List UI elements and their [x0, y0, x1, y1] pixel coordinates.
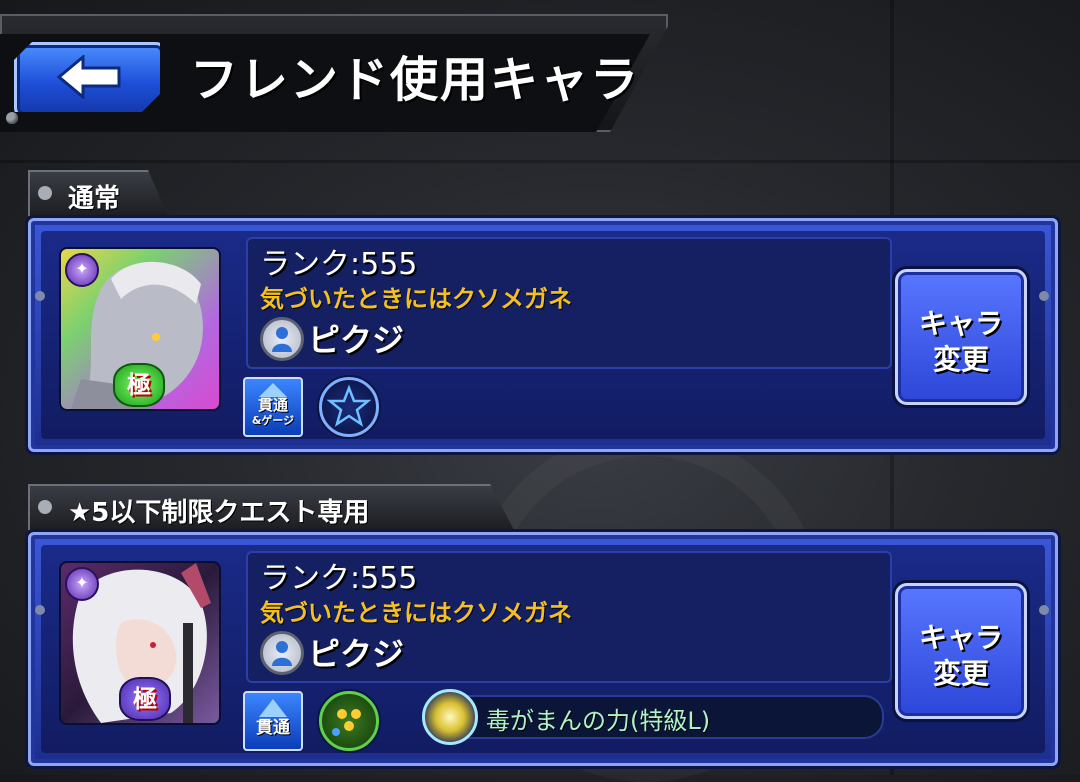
change-button-line1: キャラ [918, 307, 1003, 340]
character-portrait[interactable]: ✦ 極 [59, 561, 221, 725]
pentagram-icon [319, 377, 379, 437]
page-title: フレンド使用キャラ [190, 52, 641, 108]
back-button[interactable] [14, 42, 160, 112]
darkness-element-icon: ✦ [65, 253, 99, 287]
rivet [6, 112, 18, 124]
goku-badge: 極 [119, 677, 171, 721]
username: ピクジ [308, 635, 405, 673]
rivet [38, 500, 52, 514]
goku-badge: 極 [113, 363, 165, 407]
friend-comment: 気づいたときにはクソメガネ [260, 599, 572, 627]
rivet [35, 291, 45, 301]
bg-line [0, 160, 1080, 163]
ability-text: 毒がまんの力(特級L) [486, 707, 711, 735]
friend-card-restricted: ランク:555 気づいたときにはクソメガネ ピクジ ✦ 極 貫通 毒がまんの力(… [28, 532, 1058, 766]
friend-comment: 気づいたときにはクソメガネ [260, 285, 572, 313]
rank-text: ランク:555 [260, 247, 418, 282]
change-character-button[interactable]: キャラ 変更 [895, 269, 1027, 405]
badge-label-line1: 貫通 [257, 396, 288, 414]
rank-text: ランク:555 [260, 561, 418, 596]
pierce-gauge-badge: 貫通 &ゲージ [243, 377, 303, 437]
section-tab-label: ★5以下制限クエスト専用 [68, 498, 370, 528]
rivet [35, 605, 45, 615]
user-icon [260, 317, 304, 361]
section-tab-normal: 通常 [28, 170, 168, 216]
darkness-element-icon: ✦ [65, 567, 99, 601]
info-panel: ランク:555 気づいたときにはクソメガネ ピクジ [246, 237, 892, 369]
back-arrow-icon [57, 55, 121, 99]
rivet [1039, 605, 1049, 615]
green-orb-icon [319, 691, 379, 751]
up-arrow-icon [259, 383, 287, 397]
change-button-line2: 変更 [932, 657, 989, 690]
badge-label-line1: 貫通 [256, 718, 290, 738]
info-panel: ランク:555 気づいたときにはクソメガネ ピクジ [246, 551, 892, 683]
change-button-line1: キャラ [918, 621, 1003, 654]
section-tab-label: 通常 [68, 184, 121, 214]
pierce-badge: 貫通 [243, 691, 303, 751]
change-button-line2: 変更 [932, 343, 989, 376]
poison-resist-icon [422, 689, 478, 745]
up-arrow-icon [259, 699, 287, 717]
user-icon [260, 631, 304, 675]
username: ピクジ [308, 321, 405, 359]
section-tab-restricted: ★5以下制限クエスト専用 [28, 484, 514, 530]
rivet [38, 186, 52, 200]
change-character-button[interactable]: キャラ 変更 [895, 583, 1027, 719]
character-portrait[interactable]: ✦ 極 [59, 247, 221, 411]
rivet [1039, 291, 1049, 301]
badge-label-line2: &ゲージ [251, 414, 295, 427]
friend-card-normal: ランク:555 気づいたときにはクソメガネ ピクジ ✦ 極 貫通 &ゲージ キャ… [28, 218, 1058, 452]
ability-pill: 毒がまんの力(特級L) [422, 689, 884, 745]
